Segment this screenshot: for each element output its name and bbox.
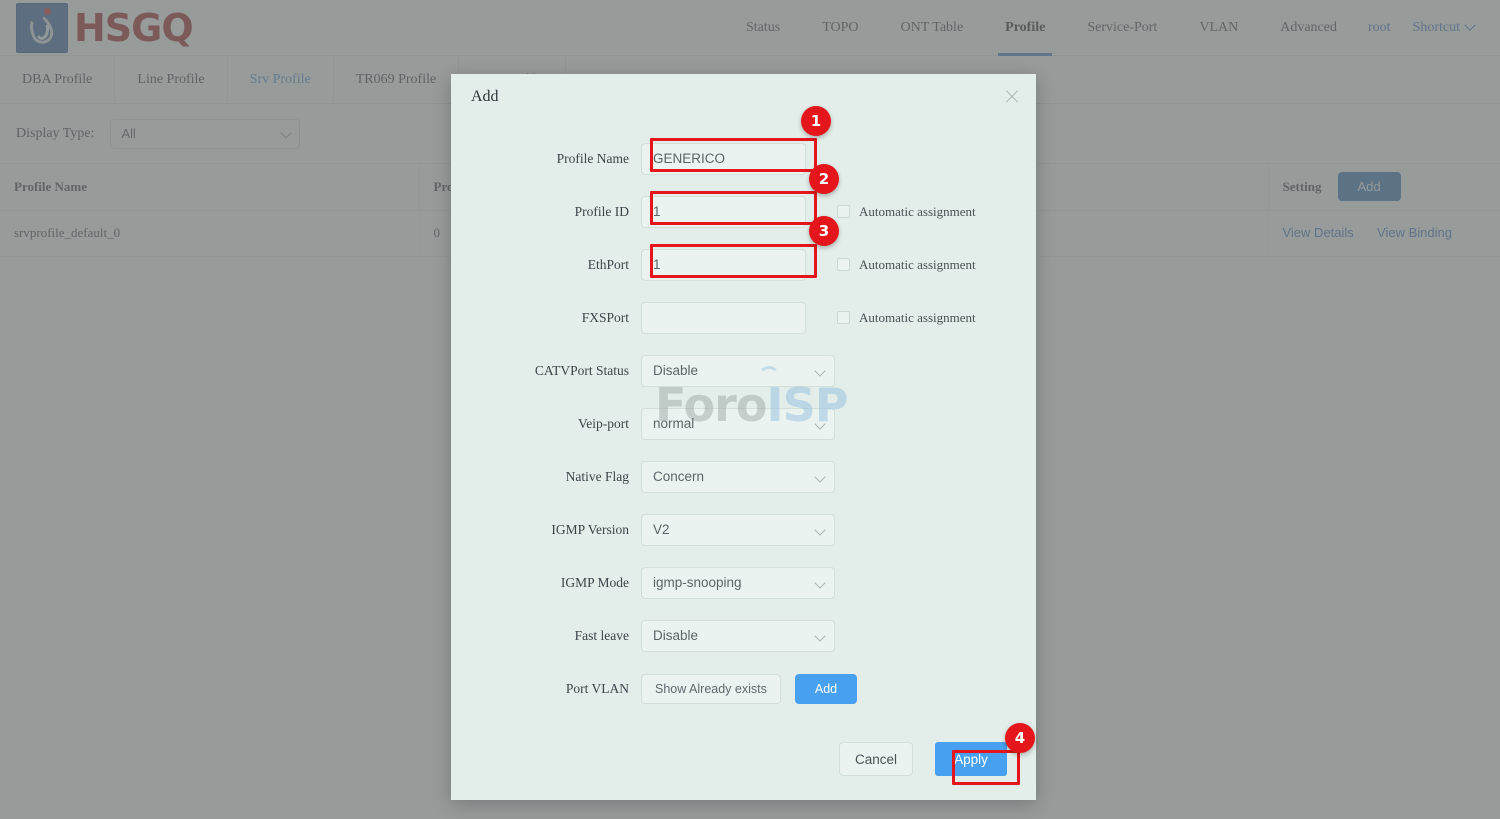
checkbox-icon (837, 311, 850, 324)
label-veip-port: Veip-port (578, 415, 629, 431)
label-igmp-mode: IGMP Mode (560, 574, 629, 590)
label-profile-id: Profile ID (574, 203, 629, 219)
chevron-down-icon (814, 576, 826, 589)
profile-id-auto-assign-checkbox[interactable]: Automatic assignment (837, 204, 976, 220)
igmp-version-select[interactable]: V2 (641, 513, 835, 546)
label-profile-name: Profile Name (556, 150, 629, 166)
native-flag-value: Concern (653, 468, 705, 484)
catvport-status-value: Disable (653, 362, 699, 378)
fxsport-input[interactable] (641, 301, 806, 334)
field-row-profile-id: Profile ID 1 Automatic assignment (451, 185, 1036, 238)
fxsport-auto-assign-checkbox[interactable]: Automatic assignment (837, 310, 976, 326)
close-icon[interactable] (1002, 87, 1022, 107)
dialog-header: Add (451, 74, 1036, 120)
profile-id-input[interactable]: 1 (641, 195, 806, 228)
label-port-vlan: Port VLAN (565, 680, 629, 696)
field-row-igmp-version: IGMP Version V2 (451, 503, 1036, 556)
igmp-version-value: V2 (653, 521, 670, 537)
fast-leave-select[interactable]: Disable (641, 619, 835, 652)
field-row-profile-name: Profile Name GENERICO (451, 132, 1036, 185)
label-native-flag: Native Flag (565, 468, 629, 484)
chevron-down-icon (814, 629, 826, 642)
field-row-veip-port: Veip-port normal (451, 397, 1036, 450)
checkbox-icon (837, 258, 850, 271)
veip-port-select[interactable]: normal (641, 407, 835, 440)
checkbox-icon (837, 205, 850, 218)
chevron-down-icon (814, 523, 826, 536)
ethport-input[interactable]: 1 (641, 248, 806, 281)
field-row-catvport-status: CATVPort Status Disable (451, 344, 1036, 397)
field-row-port-vlan: Port VLAN Show Already exists Add (451, 662, 1036, 715)
dialog-body: Profile Name GENERICO Profile ID 1 Autom… (451, 120, 1036, 715)
ethport-auto-assign-checkbox[interactable]: Automatic assignment (837, 257, 976, 273)
label-fast-leave: Fast leave (574, 627, 629, 643)
label-catvport-status: CATVPort Status (534, 362, 629, 378)
label-fxsport: FXSPort (581, 309, 629, 325)
fast-leave-value: Disable (653, 627, 699, 643)
auto-assign-label: Automatic assignment (859, 256, 976, 272)
veip-port-value: normal (653, 415, 695, 431)
igmp-mode-select[interactable]: igmp-snooping (641, 566, 835, 599)
cancel-button[interactable]: Cancel (839, 742, 913, 776)
field-row-igmp-mode: IGMP Mode igmp-snooping (451, 556, 1036, 609)
label-igmp-version: IGMP Version (551, 521, 629, 537)
igmp-mode-value: igmp-snooping (653, 574, 742, 590)
show-already-exists-button[interactable]: Show Already exists (641, 673, 781, 704)
field-row-fast-leave: Fast leave Disable (451, 609, 1036, 662)
chevron-down-icon (814, 470, 826, 483)
dialog-title: Add (471, 88, 499, 105)
chevron-down-icon (814, 417, 826, 430)
field-row-native-flag: Native Flag Concern (451, 450, 1036, 503)
native-flag-select[interactable]: Concern (641, 460, 835, 493)
screenshot-root: HSGQ Status TOPO ONT Table Profile Servi… (0, 0, 1500, 819)
port-vlan-add-button[interactable]: Add (794, 673, 858, 704)
field-row-ethport: EthPort 1 Automatic assignment (451, 238, 1036, 291)
label-ethport: EthPort (587, 256, 629, 272)
add-srv-profile-dialog: Add Profile Name GENERICO Profile ID 1 A… (451, 74, 1036, 800)
chevron-down-icon (814, 364, 826, 377)
catvport-status-select[interactable]: Disable (641, 354, 835, 387)
dialog-footer: Cancel Apply (451, 718, 1036, 800)
auto-assign-label: Automatic assignment (859, 309, 976, 325)
apply-button[interactable]: Apply (935, 742, 1007, 776)
profile-name-input[interactable]: GENERICO (641, 142, 806, 175)
field-row-fxsport: FXSPort Automatic assignment (451, 291, 1036, 344)
auto-assign-label: Automatic assignment (859, 203, 976, 219)
